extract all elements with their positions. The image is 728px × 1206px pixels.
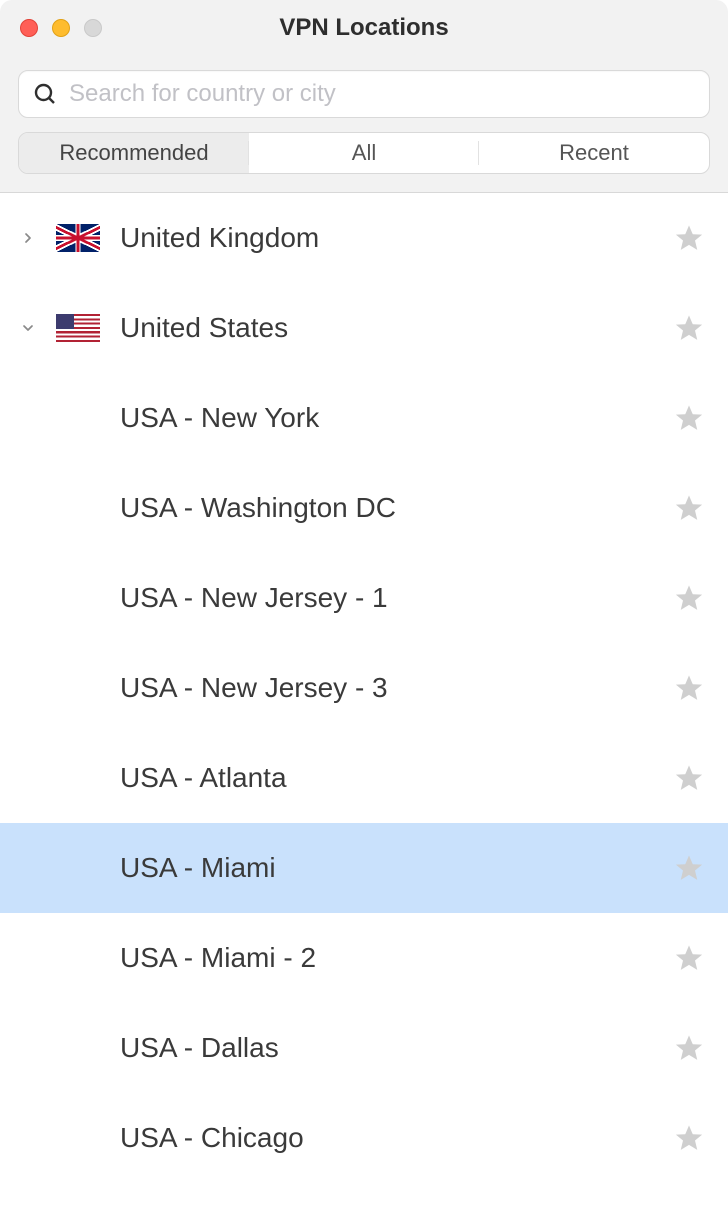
- star-icon[interactable]: [674, 673, 704, 703]
- tab-label: All: [352, 140, 376, 166]
- tab-label: Recent: [559, 140, 629, 166]
- location-row-chicago[interactable]: USA - Chicago: [0, 1093, 728, 1183]
- star-icon[interactable]: [674, 1033, 704, 1063]
- star-icon[interactable]: [674, 313, 704, 343]
- location-label: USA - Atlanta: [110, 762, 664, 794]
- flag-uk-icon: [56, 224, 100, 252]
- star-icon[interactable]: [674, 403, 704, 433]
- location-row-washington-dc[interactable]: USA - Washington DC: [0, 463, 728, 553]
- search-icon: [33, 82, 57, 106]
- location-label: USA - New Jersey - 3: [110, 672, 664, 704]
- tab-recommended[interactable]: Recommended: [19, 133, 249, 173]
- star-icon[interactable]: [674, 1123, 704, 1153]
- window-close-button[interactable]: [20, 19, 38, 37]
- location-label: United States: [110, 312, 664, 344]
- star-icon[interactable]: [674, 223, 704, 253]
- location-row-atlanta[interactable]: USA - Atlanta: [0, 733, 728, 823]
- star-icon[interactable]: [674, 853, 704, 883]
- location-row-miami[interactable]: USA - Miami: [0, 823, 728, 913]
- location-row-new-jersey-1[interactable]: USA - New Jersey - 1: [0, 553, 728, 643]
- star-icon[interactable]: [674, 763, 704, 793]
- search-field[interactable]: [18, 70, 710, 118]
- star-icon[interactable]: [674, 493, 704, 523]
- location-label: USA - Dallas: [110, 1032, 664, 1064]
- location-label: United Kingdom: [110, 222, 664, 254]
- tabs: Recommended All Recent: [18, 132, 710, 174]
- location-row-united-kingdom[interactable]: United Kingdom: [0, 193, 728, 283]
- titlebar: VPN Locations: [0, 0, 728, 56]
- tab-label: Recommended: [59, 140, 208, 166]
- window-title: VPN Locations: [0, 14, 728, 42]
- window-controls: [20, 19, 102, 37]
- location-row-dallas[interactable]: USA - Dallas: [0, 1003, 728, 1093]
- location-row-united-states[interactable]: United States: [0, 283, 728, 373]
- location-label: USA - Miami: [110, 852, 664, 884]
- location-label: USA - New York: [110, 402, 664, 434]
- location-label: USA - New Jersey - 1: [110, 582, 664, 614]
- location-label: USA - Miami - 2: [110, 942, 664, 974]
- star-icon[interactable]: [674, 583, 704, 613]
- location-row-miami-2[interactable]: USA - Miami - 2: [0, 913, 728, 1003]
- toolbar: Recommended All Recent: [0, 56, 728, 193]
- tab-recent[interactable]: Recent: [479, 133, 709, 173]
- location-label: USA - Washington DC: [110, 492, 664, 524]
- location-label: USA - Chicago: [110, 1122, 664, 1154]
- window-minimize-button[interactable]: [52, 19, 70, 37]
- flag-us-icon: [56, 314, 100, 342]
- search-input[interactable]: [69, 80, 695, 108]
- location-list: United Kingdom United States USA - New Y…: [0, 193, 728, 1183]
- tab-all[interactable]: All: [249, 133, 479, 173]
- window-maximize-button[interactable]: [84, 19, 102, 37]
- location-row-new-york[interactable]: USA - New York: [0, 373, 728, 463]
- chevron-right-icon: [20, 230, 36, 246]
- chevron-down-icon: [20, 320, 36, 336]
- location-row-new-jersey-3[interactable]: USA - New Jersey - 3: [0, 643, 728, 733]
- star-icon[interactable]: [674, 943, 704, 973]
